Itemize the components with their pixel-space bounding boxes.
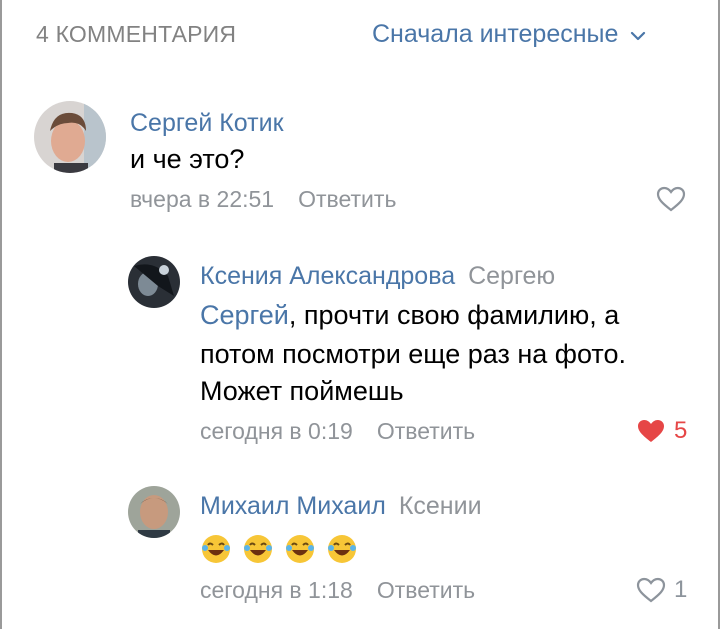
reply-to[interactable]: Ксении bbox=[399, 492, 482, 520]
comment-author[interactable]: Сергей Котик bbox=[130, 109, 284, 138]
like-count: 1 bbox=[674, 576, 688, 603]
heart-outline-icon bbox=[656, 186, 686, 212]
heart-filled-icon bbox=[638, 420, 664, 442]
comment-author-line: Михаил Михаил Ксении bbox=[200, 492, 482, 521]
chevron-down-icon bbox=[631, 31, 646, 41]
emoji-row bbox=[200, 528, 368, 566]
heart-outline-icon bbox=[636, 577, 666, 603]
comment-date: сегодня в 0:19 bbox=[200, 418, 353, 444]
like-count: 5 bbox=[674, 417, 688, 444]
reply-to[interactable]: Сергею bbox=[468, 262, 555, 290]
comment-text: и че это? bbox=[130, 144, 245, 174]
comments-header: 4 КОММЕНТАРИЯ Сначала интересные bbox=[0, 0, 720, 70]
reply-button[interactable]: Ответить bbox=[377, 418, 475, 444]
laughing-crying-emoji bbox=[202, 534, 230, 563]
like-button[interactable]: 1 bbox=[636, 576, 687, 604]
user-photo-icon bbox=[34, 101, 106, 173]
like-button[interactable] bbox=[656, 186, 686, 212]
comment-meta: сегодня в 1:18 Ответить bbox=[200, 577, 475, 604]
comment-text: потом посмотри еще раз на фото. bbox=[200, 339, 626, 369]
user-photo-icon bbox=[128, 486, 180, 538]
comment-text: Сергей, прочти свою фамилию, а bbox=[200, 296, 619, 334]
like-button[interactable]: 5 bbox=[636, 417, 687, 445]
laughing-crying-emoji bbox=[328, 534, 356, 563]
comment-text: Может поймешь bbox=[200, 376, 404, 406]
user-photo-icon bbox=[128, 256, 180, 308]
comment-date: сегодня в 1:18 bbox=[200, 577, 353, 603]
avatar[interactable] bbox=[128, 256, 180, 308]
comment-author[interactable]: Ксения Александрова bbox=[200, 262, 455, 290]
laughing-crying-emoji bbox=[286, 534, 314, 563]
comment-meta: сегодня в 0:19 Ответить bbox=[200, 418, 475, 445]
avatar[interactable] bbox=[128, 486, 180, 538]
mention-link[interactable]: Сергей bbox=[200, 300, 289, 330]
text-line: , прочти свою фамилию, а bbox=[288, 300, 620, 330]
laughing-crying-emoji bbox=[244, 534, 272, 563]
sort-dropdown[interactable]: Сначала интересные bbox=[372, 20, 646, 49]
comment-meta: вчера в 22:51 Ответить bbox=[130, 186, 396, 213]
avatar[interactable] bbox=[34, 101, 106, 173]
comment-author[interactable]: Михаил Михаил bbox=[200, 492, 386, 520]
comment-date: вчера в 22:51 bbox=[130, 186, 275, 212]
sort-label: Сначала интересные bbox=[372, 20, 619, 48]
reply-button[interactable]: Ответить bbox=[377, 577, 475, 603]
comment-author-line: Ксения Александрова Сергею bbox=[200, 262, 555, 291]
reply-button[interactable]: Ответить bbox=[298, 186, 396, 212]
left-border bbox=[0, 0, 2, 629]
comments-count: 4 КОММЕНТАРИЯ bbox=[36, 21, 237, 47]
